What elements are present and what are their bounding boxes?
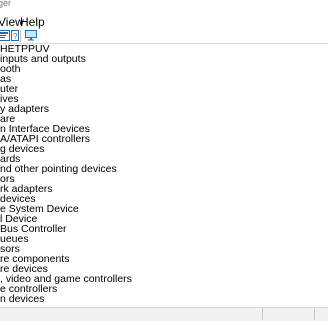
window-title: ger — [0, 0, 12, 8]
monitor-icon[interactable] — [25, 30, 37, 41]
svg-text:?: ? — [13, 32, 18, 41]
menu-help[interactable]: Help — [20, 15, 45, 29]
properties-icon[interactable] — [0, 30, 10, 41]
device-tree: HETPPUV inputs and outputs ooth as uter … — [0, 44, 328, 306]
toolbar: ? — [0, 29, 328, 43]
status-divider — [262, 307, 263, 320]
tree-item[interactable]: nd other pointing devices — [0, 164, 117, 175]
title-bar: ger — [0, 0, 328, 14]
status-bar — [0, 307, 328, 321]
status-divider — [314, 307, 315, 320]
menu-bar: View Help — [0, 14, 328, 29]
tree-item[interactable]: n devices — [0, 294, 44, 305]
toolbar-separator — [20, 30, 21, 42]
help-icon[interactable]: ? — [11, 30, 23, 41]
